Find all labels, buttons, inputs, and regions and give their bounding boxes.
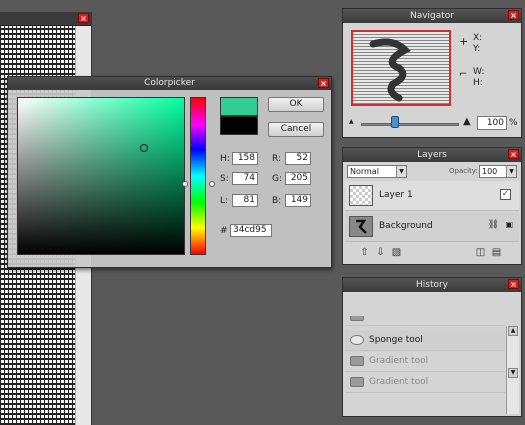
colorpicker-close-icon[interactable]: × bbox=[318, 78, 329, 88]
navigator-panel: Navigator × + X: Y: ⌐ W: H: ▲ ▲ 100 % bbox=[342, 8, 522, 138]
image-window-titlebar[interactable]: × bbox=[0, 12, 91, 26]
navigator-thumbnail-image bbox=[369, 38, 411, 102]
hue-input[interactable]: 158 bbox=[232, 152, 258, 165]
lightness-label: L: bbox=[220, 196, 229, 206]
layer-name: Background bbox=[379, 221, 433, 231]
history-item[interactable]: Gradient tool bbox=[345, 372, 505, 393]
nav-w-label: W: bbox=[473, 67, 485, 77]
layers-close-icon[interactable]: × bbox=[508, 149, 519, 159]
zoom-out-mountain-icon[interactable]: ▲ bbox=[349, 118, 354, 125]
history-scrollbar[interactable]: ▲ ▼ bbox=[506, 326, 519, 414]
history-panel: History × Sponge tool Gradient tool Grad… bbox=[342, 277, 522, 417]
zoom-in-mountain-icon[interactable]: ▲ bbox=[463, 116, 471, 127]
navigator-zoom-row: ▲ ▲ 100 % bbox=[349, 115, 518, 133]
saturation-label: S: bbox=[220, 174, 229, 184]
history-item-label: Sponge tool bbox=[369, 335, 423, 345]
layer-row-layer-1[interactable]: Layer 1 ✓ bbox=[345, 181, 519, 211]
hue-slider[interactable] bbox=[190, 97, 206, 255]
history-item-label: Gradient tool bbox=[369, 356, 429, 366]
blue-label: B: bbox=[272, 196, 282, 206]
chevron-down-icon[interactable]: ▼ bbox=[506, 166, 516, 177]
zoom-input[interactable]: 100 bbox=[477, 116, 507, 130]
history-item[interactable]: Gradient tool bbox=[345, 351, 505, 372]
layers-footer-toolbar: ⇧ ⇩ ▧ ◫ ▤ bbox=[345, 244, 519, 262]
gradient-tool-icon bbox=[350, 356, 364, 366]
history-item-partial[interactable] bbox=[345, 316, 505, 326]
resize-icon: ⌐ bbox=[459, 69, 468, 80]
ok-button[interactable]: OK bbox=[268, 97, 324, 112]
red-label: R: bbox=[272, 154, 282, 164]
zoom-unit-label: % bbox=[509, 118, 518, 128]
blend-mode-select[interactable]: Normal ▼ bbox=[347, 165, 407, 178]
navigator-title: Navigator bbox=[409, 11, 455, 21]
green-label: G: bbox=[272, 174, 283, 184]
navigator-titlebar[interactable]: Navigator × bbox=[343, 9, 521, 23]
saturation-value-field[interactable] bbox=[17, 97, 185, 255]
cancel-button[interactable]: Cancel bbox=[268, 122, 324, 137]
hex-input[interactable]: 34cd95 bbox=[230, 224, 272, 237]
layer-visibility-checkbox[interactable]: ✓ bbox=[500, 189, 511, 200]
layer-name: Layer 1 bbox=[379, 190, 413, 200]
history-tool-icon bbox=[350, 316, 364, 321]
saturation-input[interactable]: 74 bbox=[232, 172, 258, 185]
layer-thumbnail bbox=[349, 185, 373, 206]
blend-mode-value: Normal bbox=[350, 167, 379, 176]
image-window-close-icon[interactable]: × bbox=[78, 13, 89, 23]
history-titlebar[interactable]: History × bbox=[343, 278, 521, 292]
crosshair-icon: + bbox=[459, 35, 469, 48]
layer-properties-icon[interactable]: ▧ bbox=[391, 247, 402, 258]
hue-left-handle-icon[interactable] bbox=[182, 181, 188, 187]
move-layer-down-icon[interactable]: ⇩ bbox=[375, 247, 386, 258]
new-layer-icon[interactable]: ◫ bbox=[475, 247, 486, 258]
move-layer-up-icon[interactable]: ⇧ bbox=[359, 247, 370, 258]
layer-lock-icon[interactable]: ▣ bbox=[505, 220, 513, 229]
layer-thumbnail bbox=[349, 216, 373, 237]
old-color-swatch[interactable] bbox=[220, 116, 258, 135]
nav-h-label: H: bbox=[473, 78, 483, 88]
sponge-tool-icon bbox=[350, 335, 364, 345]
colorpicker-title: Colorpicker bbox=[144, 78, 195, 88]
history-item-label: Gradient tool bbox=[369, 377, 429, 387]
navigator-close-icon[interactable]: × bbox=[508, 10, 519, 20]
history-title: History bbox=[415, 280, 449, 290]
nav-y-label: Y: bbox=[473, 44, 481, 54]
opacity-value: 100 bbox=[482, 167, 498, 176]
history-item[interactable]: Sponge tool bbox=[345, 330, 505, 351]
hue-right-handle-icon[interactable] bbox=[209, 181, 215, 187]
layers-titlebar[interactable]: Layers × bbox=[343, 148, 521, 162]
blue-input[interactable]: 149 bbox=[285, 194, 311, 207]
hex-label: # bbox=[220, 226, 228, 236]
zoom-slider-track[interactable] bbox=[361, 123, 459, 126]
hue-label: H: bbox=[220, 154, 230, 164]
zoom-slider-handle[interactable] bbox=[391, 116, 400, 128]
opacity-select[interactable]: 100 ▼ bbox=[479, 165, 517, 178]
colorpicker-titlebar[interactable]: Colorpicker × bbox=[8, 77, 331, 90]
navigator-thumbnail[interactable] bbox=[351, 30, 451, 106]
nav-x-label: X: bbox=[473, 33, 483, 43]
gradient-tool-icon bbox=[350, 377, 364, 387]
chevron-down-icon[interactable]: ▼ bbox=[396, 166, 406, 177]
colorpicker-dialog: Colorpicker × OK Cancel H: 158 S: 74 L: … bbox=[7, 76, 332, 268]
layer-row-background[interactable]: Background ⛓ ▣ bbox=[345, 212, 519, 242]
green-input[interactable]: 205 bbox=[285, 172, 311, 185]
lightness-input[interactable]: 81 bbox=[232, 194, 258, 207]
layer-link-icon[interactable]: ⛓ bbox=[488, 220, 499, 230]
new-color-swatch bbox=[220, 97, 258, 116]
opacity-label: Opacity: bbox=[449, 167, 478, 175]
red-input[interactable]: 52 bbox=[285, 152, 311, 165]
layers-panel: Layers × Normal ▼ Opacity: 100 ▼ Layer 1… bbox=[342, 147, 522, 265]
delete-layer-icon[interactable]: ▤ bbox=[491, 247, 502, 258]
history-close-icon[interactable]: × bbox=[508, 279, 519, 289]
scroll-up-icon[interactable]: ▲ bbox=[508, 326, 518, 336]
scroll-down-icon[interactable]: ▼ bbox=[508, 368, 518, 378]
color-marker-icon[interactable] bbox=[140, 144, 148, 152]
layers-title: Layers bbox=[417, 150, 447, 160]
